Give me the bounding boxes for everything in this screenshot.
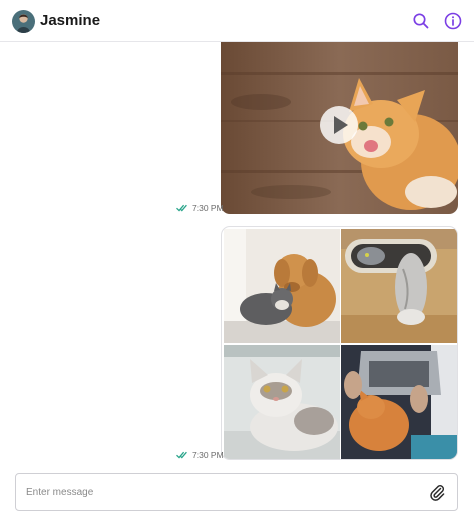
message-meta: 7:30 PM: [176, 203, 224, 213]
double-check-icon: [176, 204, 187, 212]
info-icon[interactable]: [443, 11, 463, 31]
chat-app: Jasmine 7:30 PM 7:30 PM Enter message: [0, 0, 474, 526]
play-icon[interactable]: [320, 106, 358, 144]
photo-cat-in-hole[interactable]: [341, 229, 457, 343]
paperclip-icon[interactable]: [428, 483, 446, 501]
photo-grid-message[interactable]: [221, 226, 458, 460]
message-input[interactable]: [26, 474, 416, 510]
photo-fluffy-cat[interactable]: [224, 345, 340, 459]
chat-header: Jasmine: [0, 0, 474, 42]
double-check-icon: [176, 451, 187, 459]
contact-name[interactable]: Jasmine: [40, 12, 100, 29]
message-thread[interactable]: 7:30 PM 7:30 PM: [0, 42, 474, 462]
photo-dog-and-cat[interactable]: [224, 229, 340, 343]
search-icon[interactable]: [411, 11, 431, 31]
message-time: 7:30 PM: [192, 203, 224, 213]
message-time: 7:30 PM: [192, 450, 224, 460]
photo-cat-on-laptop[interactable]: [341, 345, 457, 459]
message-composer: [15, 473, 458, 511]
message-meta: 7:30 PM: [176, 450, 224, 460]
avatar[interactable]: [12, 10, 35, 33]
